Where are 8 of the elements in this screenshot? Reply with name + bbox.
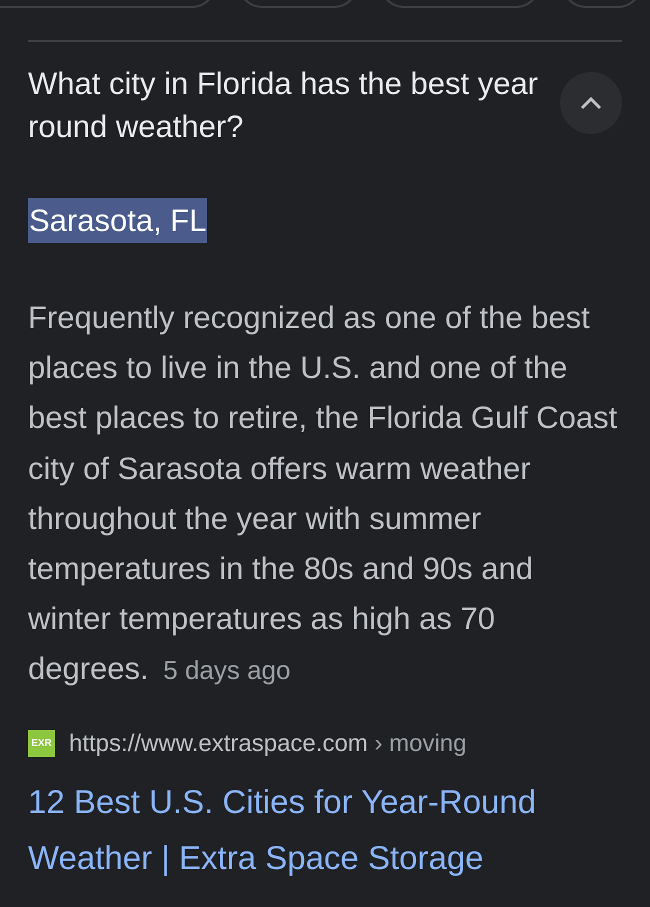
snippet-date: 5 days ago [163, 655, 290, 686]
site-favicon: EXR [28, 730, 55, 758]
result-title-link[interactable]: 12 Best U.S. Cities for Year-Round Weather | Extra Space Storage [28, 774, 608, 886]
answer-text: Sarasota, FL [28, 198, 208, 243]
chevron-up-icon [580, 96, 602, 110]
question-heading: What city in Florida has the best year round weather? [28, 65, 540, 146]
snippet-text: Frequently recognized as one of the best places to live in the U.S. and one of the best places to retire, the Florida Gulf Coast city of Sarasota offers warm weather throughout the year with summer temperatures in the 80s and 90s and winter temperatures as high as 70 degrees. 5 days ago [28, 299, 618, 688]
source-url[interactable]: https://www.extraspace.com › moving [69, 730, 466, 758]
